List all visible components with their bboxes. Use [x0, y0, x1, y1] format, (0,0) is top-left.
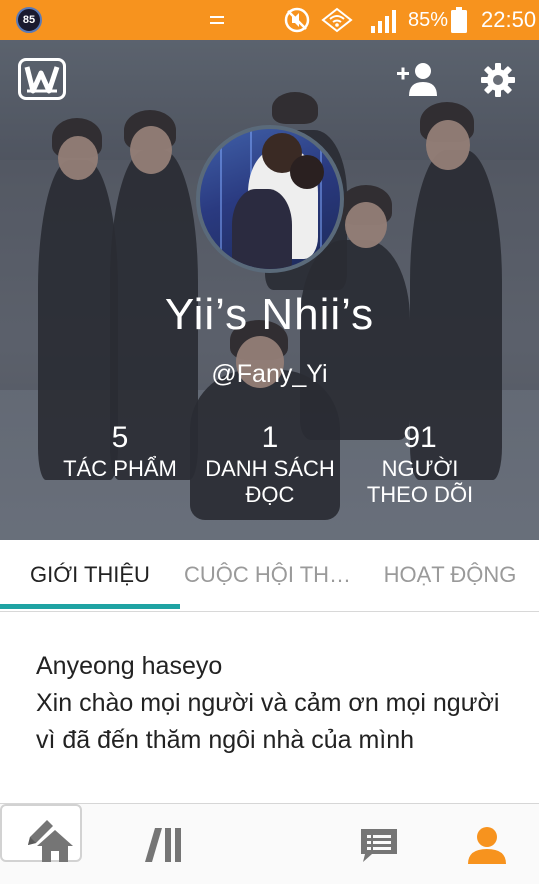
notification-badge-icon: 85	[16, 7, 42, 33]
logo-w-glyph	[24, 66, 60, 94]
wattpad-logo-icon[interactable]	[18, 58, 66, 100]
stat-reading-lists-value: 1	[261, 421, 279, 454]
avatar[interactable]	[196, 125, 344, 273]
tab-conversations[interactable]: CUỘC HỘI THOẠI	[180, 540, 360, 612]
battery-icon	[451, 7, 467, 33]
stat-works-value: 5	[111, 421, 129, 454]
profile-tabs: GIỚI THIỆU CUỘC HỘI THOẠI HOẠT ĐỘNG	[0, 540, 539, 612]
stat-reading-lists[interactable]: 1 DANH SÁCH ĐỌC	[200, 420, 340, 508]
wifi-icon	[321, 7, 353, 33]
messages-icon[interactable]	[354, 820, 404, 870]
library-icon[interactable]	[138, 820, 188, 870]
tab-about[interactable]: GIỚI THIỆU	[0, 540, 180, 612]
battery-percentage: 85%	[408, 9, 449, 31]
stat-followers-label: NGƯỜI THEO DÕI	[366, 456, 474, 507]
display-name: Yii’s Nhii’s	[164, 290, 375, 339]
username: @Fany_Yi	[211, 360, 328, 388]
profile-icon[interactable]	[462, 820, 512, 870]
add-user-icon[interactable]	[395, 60, 439, 98]
status-bar: 85 85% 22:50	[0, 0, 539, 40]
about-body: Anyeong haseyo Xin chào mọi người và cảm…	[36, 652, 500, 754]
stat-reading-lists-label: DANH SÁCH ĐỌC	[205, 456, 335, 507]
about-text: Anyeong haseyo Xin chào mọi người và cảm…	[36, 648, 506, 759]
signal-icon	[371, 10, 396, 33]
mute-icon	[284, 7, 310, 33]
stat-followers-value: 91	[403, 421, 437, 454]
profile-header: Yii’s Nhii’s @Fany_Yi 5 TÁC PHẨM 1 DANH …	[0, 40, 539, 540]
tab-activity[interactable]: HOẠT ĐỘNG	[372, 540, 528, 612]
bottom-navigation	[0, 803, 539, 884]
stat-followers[interactable]: 91 NGƯỜI THEO DÕI	[350, 420, 490, 508]
active-tab-indicator	[0, 604, 180, 609]
minimize-icon	[210, 14, 224, 24]
stat-works[interactable]: 5 TÁC PHẨM	[60, 420, 180, 482]
pencil-icon	[28, 820, 53, 845]
gear-icon[interactable]	[480, 62, 516, 98]
clock: 22:50	[481, 7, 537, 32]
stat-works-label: TÁC PHẨM	[63, 456, 177, 481]
